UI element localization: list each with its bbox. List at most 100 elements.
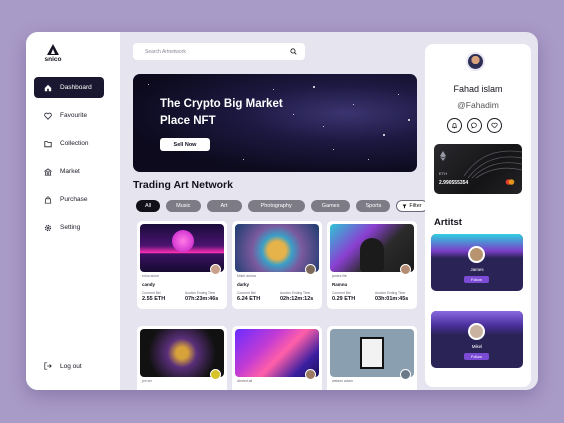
profile-name: Fahad islam: [453, 84, 503, 94]
card-owner: Mitch anima: [237, 274, 256, 278]
nft-card[interactable]: Mitch anima darky Courrent Bid Auction E…: [232, 221, 322, 309]
hero-banner: The Crypto Big Market Place NFT Sell Now: [133, 74, 417, 172]
logout-icon: [44, 362, 52, 370]
folder-icon: [44, 140, 52, 147]
sidebar: snico Dashboard Favourite Collection Mar…: [26, 32, 120, 390]
sidebar-item-label: Market: [60, 168, 80, 175]
card-title: darky: [237, 282, 250, 287]
card-time-label: Auction Ending Time: [280, 291, 311, 295]
filter-chip-art[interactable]: Art: [206, 200, 242, 212]
card-bid-value: 2.55 ETH: [142, 296, 166, 302]
follow-button[interactable]: Follow: [464, 353, 489, 360]
wallet-balance: 2.990555354: [439, 180, 469, 186]
nft-card[interactable]: erica alone candy Courrent Bid Auction E…: [137, 221, 227, 309]
chat-icon: [471, 122, 477, 129]
sidebar-item-dashboard[interactable]: Dashboard: [34, 77, 104, 98]
profile-actions: [447, 118, 507, 133]
profile-avatar[interactable]: [466, 52, 485, 71]
card-owner: jon arr: [142, 379, 152, 383]
filter-chip-all[interactable]: All: [136, 200, 161, 212]
like-button[interactable]: [487, 118, 502, 133]
logo-text: snico: [44, 56, 62, 63]
message-button[interactable]: [467, 118, 482, 133]
card-bid-value: 6.24 ETH: [237, 296, 261, 302]
heart-icon: [44, 112, 52, 120]
wallet-card[interactable]: ETH 2.990555354: [434, 144, 522, 194]
filter-icon: [402, 204, 407, 208]
card-time-label: Auction Ending Time: [185, 291, 216, 295]
profile-panel: Fahad islam @Fahadim ETH 2.990555354 Art…: [425, 44, 531, 387]
artist-card[interactable]: Mikel Follow: [431, 311, 523, 368]
card-owner: ahmed ali: [237, 379, 253, 383]
avatar: [400, 264, 411, 275]
card-time-value: 02h:12m:12s: [280, 296, 314, 302]
sidebar-item-label: Favourite: [60, 112, 88, 119]
card-owner: erica alone: [142, 274, 160, 278]
card-owner: james lite: [332, 274, 347, 278]
nft-card[interactable]: jon arr: [137, 326, 227, 390]
sidebar-item-label: Dashboard: [60, 84, 92, 91]
profile-handle: @Fahadim: [457, 100, 499, 110]
sidebar-item-collection[interactable]: Collection: [34, 133, 104, 154]
sidebar-item-label: Collection: [60, 140, 89, 147]
card-title: candy: [142, 282, 156, 287]
filter-button[interactable]: Filter: [396, 200, 428, 212]
mastercard-icon: [505, 179, 515, 185]
artist-avatar: [468, 323, 485, 340]
artists-title: Artitst: [434, 217, 462, 228]
section-title: Trading Art Network: [133, 179, 233, 191]
sidebar-item-purchase[interactable]: Purchase: [34, 189, 104, 210]
sidebar-item-favourite[interactable]: Favourite: [34, 105, 104, 126]
filter-chip-sports[interactable]: Sports: [356, 200, 391, 212]
heart-icon: [491, 122, 498, 129]
search-placeholder: Search Artnetwork: [145, 48, 186, 55]
avatar: [305, 369, 316, 380]
artist-avatar: [468, 246, 485, 263]
card-time-label: Auction Ending Time: [375, 291, 406, 295]
bag-icon: [44, 195, 52, 204]
logo[interactable]: snico: [38, 44, 68, 63]
card-time-value: 03h:01m:45s: [375, 296, 409, 302]
wallet-currency: ETH: [439, 171, 447, 176]
banner-title: The Crypto Big Market Place NFT: [160, 98, 283, 127]
bell-icon: [451, 123, 458, 129]
notification-button[interactable]: [447, 118, 462, 133]
card-owner: watson adam: [332, 379, 353, 383]
category-filters: All Music Art Photography Games Sports F…: [136, 200, 434, 212]
filter-button-label: Filter: [409, 203, 422, 209]
nft-card[interactable]: james lite Ramnu Courrent Bid Auction En…: [327, 221, 417, 309]
home-icon: [44, 84, 52, 91]
filter-chip-photography[interactable]: Photography: [247, 200, 305, 212]
sell-now-button[interactable]: Sell Now: [160, 138, 210, 151]
filter-chip-music[interactable]: Music: [166, 200, 201, 212]
nft-card[interactable]: watson adam: [327, 326, 417, 390]
card-bid-value: 0.29 ETH: [332, 296, 356, 302]
avatar: [210, 264, 221, 275]
gear-icon: [44, 224, 52, 231]
card-bid-label: Courrent Bid: [332, 291, 351, 295]
avatar: [210, 369, 221, 380]
logo-icon: [47, 44, 59, 55]
sidebar-item-label: Setting: [60, 224, 81, 231]
nft-card[interactable]: ahmed ali: [232, 326, 322, 390]
card-time-value: 07h:23m:46s: [185, 296, 219, 302]
card-title: Ramnu: [332, 282, 348, 287]
follow-button[interactable]: Follow: [464, 276, 489, 283]
filter-chip-games[interactable]: Games: [310, 200, 351, 212]
avatar: [305, 264, 316, 275]
sidebar-item-label: Purchase: [60, 196, 88, 203]
search-input[interactable]: Search Artnetwork: [133, 43, 305, 60]
ethereum-icon: [440, 151, 446, 161]
artist-card[interactable]: James Follow: [431, 234, 523, 291]
logout-button[interactable]: Log out: [44, 362, 82, 370]
avatar: [400, 369, 411, 380]
sidebar-item-setting[interactable]: Setting: [34, 217, 104, 238]
card-bid-label: Courrent Bid: [237, 291, 256, 295]
card-bid-label: Courrent Bid: [142, 291, 161, 295]
sidebar-item-market[interactable]: Market: [34, 161, 104, 182]
card-pattern: [464, 150, 522, 178]
search-icon[interactable]: [290, 48, 297, 55]
app-window: snico Dashboard Favourite Collection Mar…: [26, 32, 538, 390]
artist-name: Mikel: [471, 344, 483, 349]
logout-label: Log out: [60, 362, 82, 370]
